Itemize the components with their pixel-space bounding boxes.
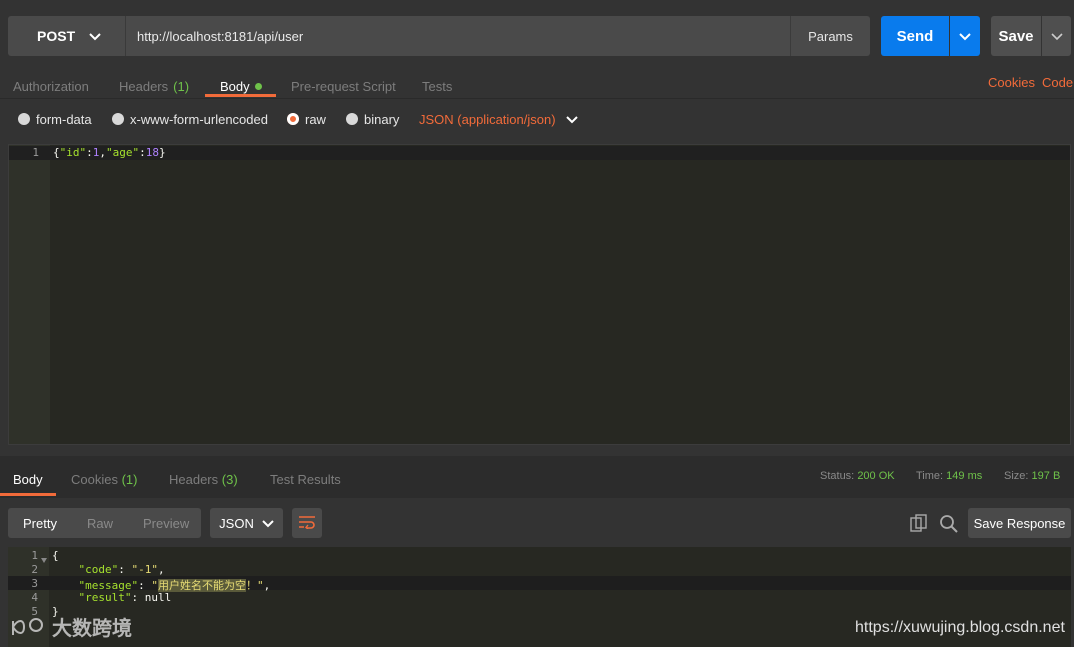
url-input[interactable]: http://localhost:8181/api/user (125, 16, 790, 56)
method-label: POST (37, 28, 76, 44)
tab-prerequest-script[interactable]: Pre-request Script (291, 73, 396, 99)
time-readout: Time: 149 ms (916, 470, 983, 482)
radio-icon (346, 113, 358, 125)
search-icon[interactable] (939, 514, 958, 536)
active-line-highlight (9, 146, 1070, 160)
cookies-link[interactable]: Cookies (988, 75, 1035, 90)
line-number: 1 (31, 549, 38, 562)
tab-label: Pre-request Script (291, 78, 396, 94)
content-type-select[interactable]: JSON (application/json) (419, 109, 578, 129)
save-button[interactable]: Save (991, 16, 1041, 56)
response-line: "result": null (78, 591, 172, 604)
tab-label: Authorization (13, 78, 89, 94)
tab-label: Cookies (71, 472, 118, 487)
body-indicator-dot (254, 82, 262, 90)
chevron-down-icon (1050, 29, 1063, 44)
tab-label: Tests (422, 78, 453, 94)
headers-count: (1) (173, 78, 190, 94)
radio-icon (112, 113, 124, 125)
wrap-lines-button[interactable] (292, 508, 322, 538)
request-bar: POST http://localhost:8181/api/user Para… (0, 0, 1074, 70)
chevron-down-icon (262, 516, 274, 531)
fold-arrow-icon[interactable] (41, 551, 47, 566)
response-tab-headers[interactable]: Headers (3) (169, 472, 238, 487)
chevron-down-icon (89, 29, 101, 44)
radio-label: raw (305, 111, 326, 127)
tab-label: Headers (169, 472, 219, 487)
chevron-down-icon (565, 112, 578, 127)
preview-button[interactable]: Preview (128, 516, 204, 531)
tab-label: Headers (119, 78, 169, 94)
cookies-count: (1) (121, 472, 138, 487)
response-format-select[interactable]: JSON (210, 508, 283, 538)
request-body-code: {"id":1,"age":18} (53, 146, 166, 159)
line-number: 4 (31, 591, 38, 604)
divider (0, 98, 1074, 99)
response-line: "code": "-1", (78, 563, 165, 576)
chevron-down-icon (959, 29, 971, 44)
copy-icon[interactable] (910, 514, 928, 535)
format-label: JSON (219, 515, 254, 531)
response-tab-cookies[interactable]: Cookies (1) (71, 472, 137, 487)
active-response-tab-indicator (0, 493, 56, 496)
response-tab-body[interactable]: Body (13, 472, 43, 487)
tab-label: Body (220, 78, 250, 94)
wrap-icon (298, 515, 316, 532)
params-button[interactable]: Params (790, 16, 870, 56)
line-gutter (9, 145, 50, 444)
line-number: 1 (32, 146, 39, 159)
line-number: 3 (31, 577, 38, 590)
watermark-url: https://xuwujing.blog.csdn.net (855, 619, 1065, 636)
send-button[interactable]: Send (881, 16, 949, 56)
radio-form-data[interactable]: form-data (18, 109, 92, 129)
tab-headers[interactable]: Headers (1) (119, 73, 189, 99)
response-tab-test-results[interactable]: Test Results (270, 472, 341, 487)
radio-label: x-www-form-urlencoded (130, 111, 268, 127)
radio-icon (18, 113, 30, 125)
save-dropdown-button[interactable] (1042, 16, 1071, 56)
radio-binary[interactable]: binary (346, 109, 399, 129)
line-number: 2 (31, 563, 38, 576)
view-mode-group: Pretty Raw Preview (8, 508, 201, 538)
send-dropdown-button[interactable] (950, 16, 980, 56)
response-line: { (52, 549, 59, 562)
pretty-button[interactable]: Pretty (8, 516, 72, 531)
response-tab-bar (0, 456, 1074, 498)
status-readout: Status: 200 OK (820, 470, 895, 482)
radio-label: form-data (36, 111, 92, 127)
radio-urlencoded[interactable]: x-www-form-urlencoded (112, 109, 268, 129)
tab-authorization[interactable]: Authorization (13, 73, 89, 99)
watermark-logo: 大数跨境 (10, 612, 132, 641)
content-type-label: JSON (application/json) (419, 111, 556, 127)
headers-count: (3) (221, 472, 238, 487)
radio-raw[interactable]: raw (287, 109, 326, 129)
raw-button[interactable]: Raw (72, 516, 128, 531)
watermark-logo-icon (12, 617, 43, 635)
size-readout: Size: 197 B (1004, 470, 1061, 482)
code-link[interactable]: Code (1042, 75, 1073, 90)
radio-selected-icon (287, 113, 299, 125)
tab-tests[interactable]: Tests (422, 73, 452, 99)
save-response-button[interactable]: Save Response (968, 508, 1071, 538)
method-select[interactable]: POST (8, 16, 125, 56)
active-tab-indicator (205, 94, 276, 97)
request-body-editor[interactable]: 1 {"id":1,"age":18} (8, 144, 1071, 445)
radio-label: binary (364, 111, 400, 127)
watermark-text: 大数跨境 (52, 618, 132, 640)
